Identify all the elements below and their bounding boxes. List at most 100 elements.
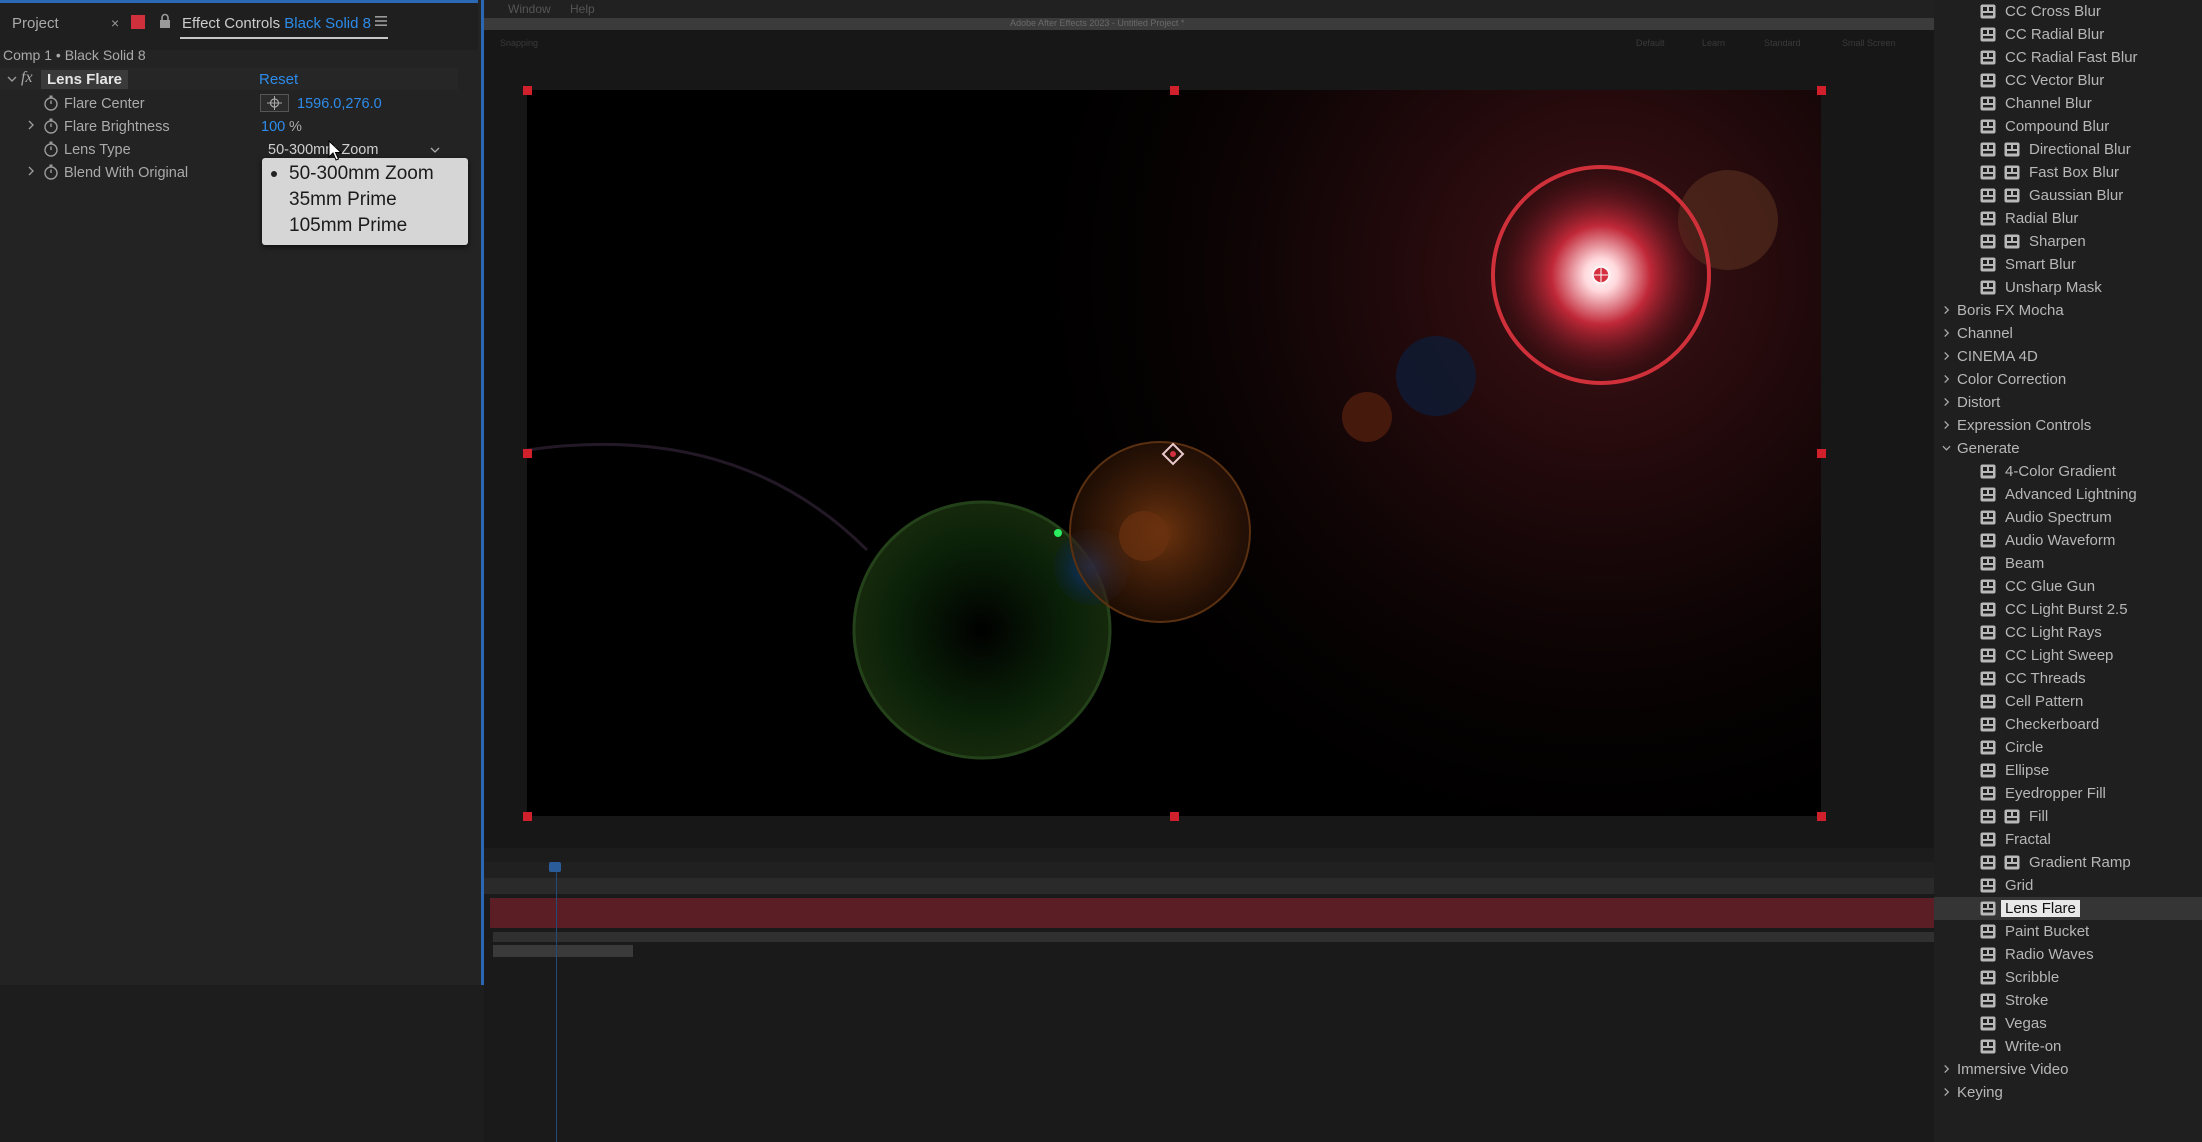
effect-item[interactable]: Eyedropper Fill (1934, 782, 2202, 805)
effect-item[interactable]: CC Light Rays (1934, 621, 2202, 644)
snapping-toggle[interactable]: Snapping (500, 38, 538, 48)
chevron-right-icon[interactable] (26, 166, 36, 176)
effect-item[interactable]: Circle (1934, 736, 2202, 759)
lower-left-panel (0, 985, 484, 1142)
effect-item[interactable]: CC Radial Blur (1934, 23, 2202, 46)
effect-item[interactable]: Paint Bucket (1934, 920, 2202, 943)
timeline-scrollbar[interactable] (493, 945, 633, 957)
effect-item[interactable]: CC Threads (1934, 667, 2202, 690)
effect-item[interactable]: Fractal (1934, 828, 2202, 851)
effect-category[interactable]: Distort (1934, 391, 2202, 414)
time-ruler[interactable] (484, 862, 1934, 878)
layer-handle-middle-left[interactable] (523, 449, 532, 458)
effect-item[interactable]: Directional Blur (1934, 138, 2202, 161)
stopwatch-icon[interactable] (43, 118, 59, 134)
effect-item[interactable]: Lens Flare (1934, 897, 2202, 920)
effect-item[interactable]: Ellipse (1934, 759, 2202, 782)
effect-item[interactable]: Fill (1934, 805, 2202, 828)
effect-category[interactable]: CINEMA 4D (1934, 345, 2202, 368)
workspace-standard[interactable]: Standard (1764, 38, 1801, 48)
dropdown-option-105mm-prime[interactable]: 105mm Prime (289, 215, 407, 237)
layer-handle-bottom-left[interactable] (523, 812, 532, 821)
anchor-point-icon[interactable] (1161, 442, 1185, 466)
workspace-learn[interactable]: Learn (1702, 38, 1725, 48)
layer-handle-bottom-center[interactable] (1170, 812, 1179, 821)
playhead-handle[interactable] (549, 862, 561, 872)
menu-help[interactable]: Help (570, 2, 595, 16)
chevron-right-icon[interactable] (26, 120, 36, 130)
effect-item[interactable]: Audio Waveform (1934, 529, 2202, 552)
effect-item[interactable]: Advanced Lightning (1934, 483, 2202, 506)
dropdown-option-50-300mm-zoom[interactable]: 50-300mm Zoom (289, 163, 434, 185)
effect-item[interactable]: Grid (1934, 874, 2202, 897)
menu-window[interactable]: Window (508, 2, 551, 16)
lock-icon[interactable] (158, 13, 172, 29)
effect-preset-icon (1980, 832, 1996, 847)
effect-item-label: Scribble (2005, 969, 2060, 986)
flare-center-value[interactable]: 1596.0,276.0 (297, 96, 382, 112)
effect-item[interactable]: CC Light Sweep (1934, 644, 2202, 667)
effect-item[interactable]: Channel Blur (1934, 92, 2202, 115)
effect-item[interactable]: Fast Box Blur (1934, 161, 2202, 184)
effect-category[interactable]: Color Correction (1934, 368, 2202, 391)
tab-effect-controls[interactable]: Effect Controls Black Solid 8 (182, 15, 371, 32)
effect-item[interactable]: CC Light Burst 2.5 (1934, 598, 2202, 621)
effect-item[interactable]: Checkerboard (1934, 713, 2202, 736)
layer-handle-top-left[interactable] (523, 86, 532, 95)
stopwatch-icon[interactable] (43, 141, 59, 157)
effect-category[interactable]: Generate (1934, 437, 2202, 460)
layer-duration-bar[interactable] (490, 898, 1934, 928)
reset-link[interactable]: Reset (259, 71, 298, 88)
effect-category[interactable]: Boris FX Mocha (1934, 299, 2202, 322)
layer-handle-top-right[interactable] (1817, 86, 1826, 95)
effect-item[interactable]: Stroke (1934, 989, 2202, 1012)
flare-brightness-value[interactable]: 100 (261, 119, 285, 135)
effect-category[interactable]: Immersive Video (1934, 1058, 2202, 1081)
effect-category[interactable]: Expression Controls (1934, 414, 2202, 437)
effect-category-label: Color Correction (1957, 371, 2067, 388)
chevron-down-icon[interactable] (7, 74, 17, 84)
effect-preset-icon (1980, 556, 1996, 571)
effect-category[interactable]: Channel (1934, 322, 2202, 345)
stopwatch-icon[interactable] (43, 95, 59, 111)
layer-handle-top-center[interactable] (1170, 86, 1179, 95)
panel-menu-icon[interactable] (374, 14, 388, 28)
tab-project[interactable]: Project (12, 15, 59, 32)
effect-item-label: CC Cross Blur (2005, 3, 2101, 20)
layer-handle-middle-right[interactable] (1817, 449, 1826, 458)
effect-item[interactable]: Smart Blur (1934, 253, 2202, 276)
effect-item[interactable]: CC Radial Fast Blur (1934, 46, 2202, 69)
effect-item[interactable]: Write-on (1934, 1035, 2202, 1058)
effect-item[interactable]: CC Glue Gun (1934, 575, 2202, 598)
percent-unit: % (289, 119, 302, 135)
effect-item[interactable]: Scribble (1934, 966, 2202, 989)
fx-toggle-icon[interactable]: fx (21, 69, 33, 87)
effect-item[interactable]: Gaussian Blur (1934, 184, 2202, 207)
effect-item[interactable]: Vegas (1934, 1012, 2202, 1035)
point-picker-button[interactable] (260, 94, 289, 112)
tab-effect-controls-layer: Black Solid 8 (284, 15, 371, 32)
effect-item[interactable]: Compound Blur (1934, 115, 2202, 138)
effect-item[interactable]: 4-Color Gradient (1934, 460, 2202, 483)
effect-item[interactable]: Radio Waves (1934, 943, 2202, 966)
effect-item[interactable]: Gradient Ramp (1934, 851, 2202, 874)
effect-name-label[interactable]: Lens Flare (41, 70, 129, 89)
effect-item[interactable]: Beam (1934, 552, 2202, 575)
stopwatch-icon[interactable] (43, 164, 59, 180)
project-tab-close-icon[interactable]: × (111, 15, 119, 31)
effect-item[interactable]: Sharpen (1934, 230, 2202, 253)
effect-category[interactable]: Keying (1934, 1081, 2202, 1104)
effect-item[interactable]: Audio Spectrum (1934, 506, 2202, 529)
dropdown-option-35mm-prime[interactable]: 35mm Prime (289, 189, 397, 211)
workspace-default[interactable]: Default (1636, 38, 1665, 48)
work-area-bar[interactable] (484, 878, 1934, 894)
effect-item[interactable]: CC Vector Blur (1934, 69, 2202, 92)
chevron-down-icon[interactable] (430, 146, 440, 154)
layer-handle-bottom-right[interactable] (1817, 812, 1826, 821)
effect-item[interactable]: Unsharp Mask (1934, 276, 2202, 299)
effect-item[interactable]: Cell Pattern (1934, 690, 2202, 713)
effect-item[interactable]: CC Cross Blur (1934, 0, 2202, 23)
workspace-small-screen[interactable]: Small Screen (1842, 38, 1896, 48)
effect-item[interactable]: Radial Blur (1934, 207, 2202, 230)
effect-preset-icon (1980, 188, 1996, 203)
